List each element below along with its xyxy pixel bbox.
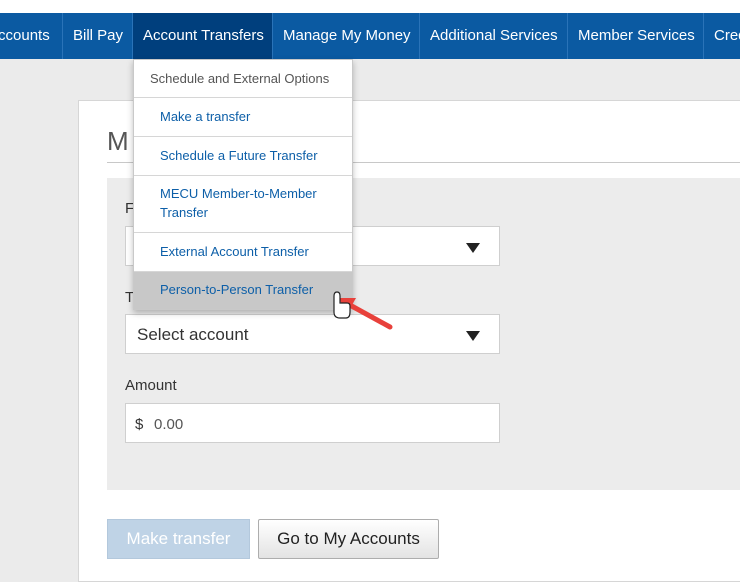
make-transfer-button[interactable]: Make transfer [107,519,250,559]
nav-account-transfers[interactable]: Account Transfers [133,13,273,59]
caret-down-icon [466,243,480,253]
main-nav: Accounts Bill Pay Account Transfers Mana… [0,13,740,59]
nav-accounts[interactable]: Accounts [0,13,63,59]
nav-member-services[interactable]: Member Services [568,13,704,59]
page-title: M [107,126,129,156]
menu-item-make-a-transfer[interactable]: Make a transfer [134,98,352,137]
menu-item-person-to-person-transfer[interactable]: Person-to-Person Transfer [134,272,352,309]
amount-label: Amount [125,377,177,394]
dropdown-header: Schedule and External Options [134,60,352,98]
to-account-select[interactable]: Select account [125,314,500,354]
nav-credit-cut-off[interactable]: Cred [704,13,740,59]
account-transfers-dropdown: Schedule and External Options Make a tra… [133,59,353,310]
nav-additional-services[interactable]: Additional Services [420,13,568,59]
nav-bill-pay[interactable]: Bill Pay [63,13,133,59]
currency-symbol: $ [135,416,144,433]
menu-item-external-account-transfer[interactable]: External Account Transfer [134,233,352,272]
top-strip [0,0,740,13]
nav-manage-my-money[interactable]: Manage My Money [273,13,420,59]
red-arrow-icon [333,291,393,330]
amount-input[interactable] [152,412,456,436]
amount-field-wrapper: $ [125,403,500,443]
hand-pointer-icon [333,291,351,319]
caret-down-icon [466,331,480,341]
menu-item-schedule-future-transfer[interactable]: Schedule a Future Transfer [134,137,352,176]
menu-item-member-to-member-transfer[interactable]: MECU Member-to-Member Transfer [134,176,352,233]
to-account-value: Select account [137,325,249,344]
go-to-my-accounts-button[interactable]: Go to My Accounts [258,519,439,559]
